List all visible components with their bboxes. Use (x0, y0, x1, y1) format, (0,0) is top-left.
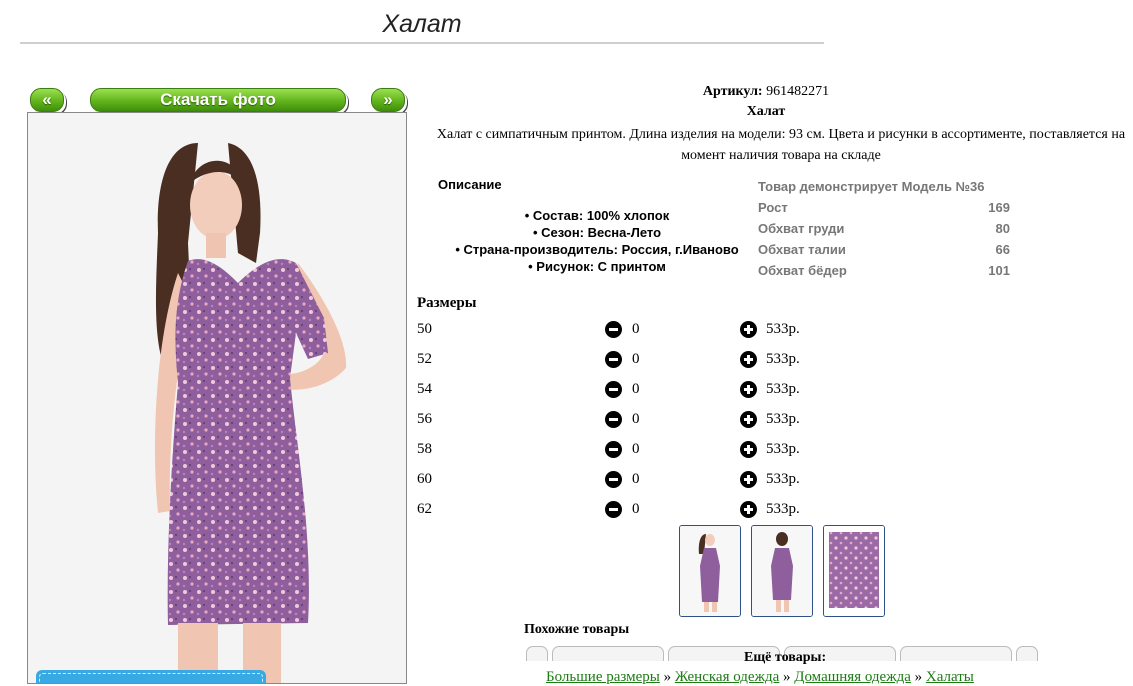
plus-icon[interactable] (740, 381, 757, 398)
similar-products-heading: Похожие товары (524, 622, 630, 637)
quantity-value: 0 (632, 411, 640, 427)
feature-item: • Страна-производитель: Россия, г.Иванов… (455, 242, 739, 257)
size-row: 62 0 533р. (417, 501, 837, 521)
model-row: Обхват бёдер 101 (758, 260, 1010, 281)
model-row-label: Обхват талии (758, 242, 846, 257)
minus-icon[interactable] (605, 441, 622, 458)
thumbnail-front[interactable] (679, 525, 741, 617)
description-heading: Описание (438, 177, 502, 192)
breadcrumb-link[interactable]: Большие размеры (546, 669, 660, 685)
model-row: Обхват груди 80 (758, 218, 1010, 239)
model-row: Обхват талии 66 (758, 239, 1010, 260)
size-label: 52 (417, 351, 432, 367)
breadcrumb-link[interactable]: Халаты (926, 669, 974, 685)
minus-icon[interactable] (605, 321, 622, 338)
similar-product-card[interactable] (552, 646, 664, 661)
product-description: Халат с симпатичным принтом. Длина издел… (436, 127, 1126, 163)
blue-action-button[interactable] (36, 670, 266, 683)
similar-product-card[interactable] (526, 646, 548, 661)
minus-icon[interactable] (605, 501, 622, 518)
feature-item: • Сезон: Весна-Лето (532, 225, 662, 240)
model-row-label: Обхват груди (758, 221, 845, 236)
article-label: Артикул: (702, 84, 763, 99)
plus-icon[interactable] (740, 351, 757, 368)
model-row-value: 101 (988, 263, 1010, 278)
price-value: 533р. (766, 411, 800, 427)
size-row: 52 0 533р. (417, 351, 837, 371)
download-photo-button[interactable]: Скачать фото (90, 88, 346, 112)
price-value: 533р. (766, 501, 800, 517)
minus-icon[interactable] (605, 381, 622, 398)
breadcrumb-link[interactable]: Женская одежда (675, 669, 779, 685)
quantity-value: 0 (632, 351, 640, 367)
minus-icon[interactable] (605, 351, 622, 368)
model-heading: Товар демонстрирует Модель №36 (758, 176, 1010, 197)
article-value: 961482271 (766, 84, 830, 99)
minus-icon[interactable] (605, 411, 622, 428)
price-value: 533р. (766, 471, 800, 487)
size-label: 54 (417, 381, 432, 397)
model-info: Товар демонстрирует Модель №36 Рост 169 О… (758, 176, 1010, 281)
plus-icon[interactable] (740, 321, 757, 338)
model-row-label: Обхват бёдер (758, 263, 847, 278)
size-row: 58 0 533р. (417, 441, 837, 461)
quantity-value: 0 (632, 471, 640, 487)
title-divider (20, 42, 824, 44)
similar-product-card[interactable] (900, 646, 1012, 661)
size-label: 62 (417, 501, 432, 517)
thumbnail-back[interactable] (751, 525, 813, 617)
breadcrumb-separator: » (782, 669, 791, 685)
product-photo[interactable] (27, 112, 407, 684)
article-line: Артикул: 961482271 (416, 84, 1116, 100)
price-value: 533р. (766, 381, 800, 397)
sizes-heading: Размеры (417, 295, 477, 311)
quantity-value: 0 (632, 321, 640, 337)
size-label: 58 (417, 441, 432, 457)
model-in-dress-image (28, 113, 406, 683)
size-row: 60 0 533р. (417, 471, 837, 491)
size-row: 56 0 533р. (417, 411, 837, 431)
plus-icon[interactable] (740, 441, 757, 458)
model-heading-text: Товар демонстрирует Модель №36 (758, 179, 985, 194)
breadcrumb-link[interactable]: Домашняя одежда (794, 669, 911, 685)
size-label: 50 (417, 321, 432, 337)
model-row: Рост 169 (758, 197, 1010, 218)
size-row: 50 0 533р. (417, 321, 837, 341)
similar-product-card[interactable] (1016, 646, 1038, 661)
model-row-value: 66 (995, 242, 1010, 257)
thumbnail-image (752, 526, 812, 616)
minus-icon[interactable] (605, 471, 622, 488)
model-row-label: Рост (758, 200, 788, 215)
thumbnail-image (824, 526, 884, 616)
plus-icon[interactable] (740, 411, 757, 428)
price-value: 533р. (766, 441, 800, 457)
model-row-value: 80 (995, 221, 1010, 236)
prev-photo-button[interactable]: « (30, 88, 64, 112)
model-row-value: 169 (988, 200, 1010, 215)
breadcrumb-separator: » (914, 669, 923, 685)
thumbnail-image (680, 526, 740, 616)
next-photo-button[interactable]: » (371, 88, 405, 112)
size-label: 60 (417, 471, 432, 487)
breadcrumb-separator: » (663, 669, 672, 685)
feature-item: • Состав: 100% хлопок (524, 208, 670, 223)
plus-icon[interactable] (740, 471, 757, 488)
more-products-heading: Ещё товары: (744, 650, 827, 665)
quantity-value: 0 (632, 381, 640, 397)
breadcrumb: Большие размеры » Женская одежда » Домаш… (546, 669, 974, 686)
feature-list: • Состав: 100% хлопок • Сезон: Весна-Лет… (438, 207, 756, 275)
page-title: Халат (382, 10, 462, 38)
quantity-value: 0 (632, 501, 640, 517)
size-row: 54 0 533р. (417, 381, 837, 401)
price-value: 533р. (766, 321, 800, 337)
feature-item: • Рисунок: С принтом (528, 259, 666, 274)
thumbnail-fabric[interactable] (823, 525, 885, 617)
price-value: 533р. (766, 351, 800, 367)
quantity-value: 0 (632, 441, 640, 457)
plus-icon[interactable] (740, 501, 757, 518)
size-label: 56 (417, 411, 432, 427)
product-name: Халат (746, 104, 786, 119)
